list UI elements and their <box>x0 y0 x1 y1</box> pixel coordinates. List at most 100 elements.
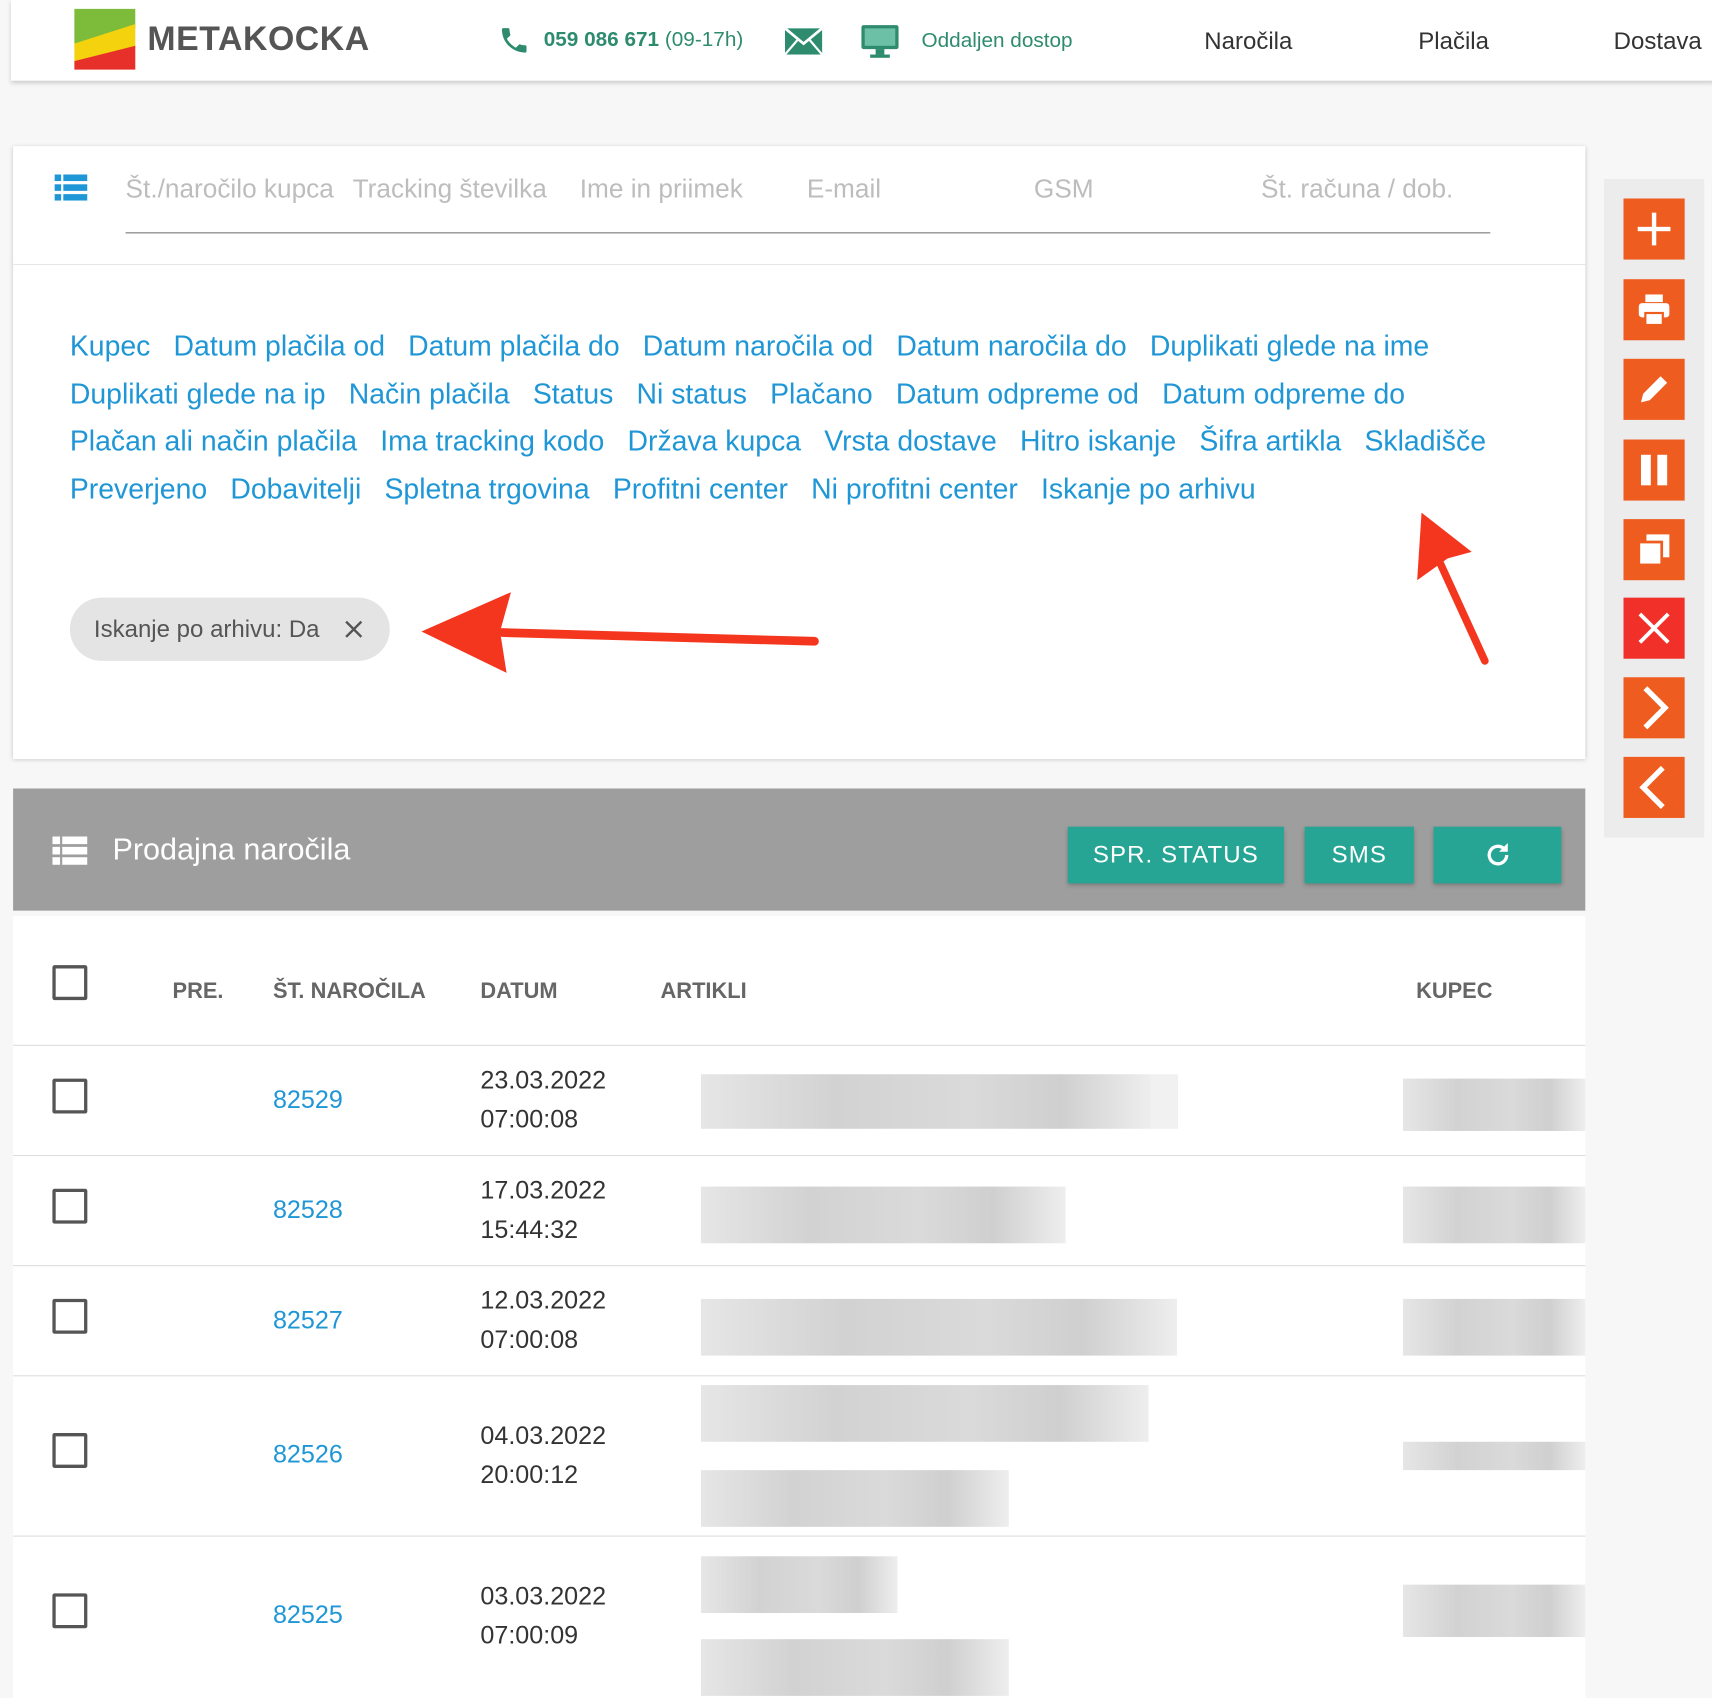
filter-link[interactable]: Plačano <box>770 377 873 410</box>
table-row[interactable]: 82529 23.03.2022 07:00:08 <box>13 1046 1586 1157</box>
name-input[interactable]: Ime in priimek <box>580 174 743 205</box>
filter-link[interactable]: Vrsta dostave <box>824 424 997 457</box>
filter-link[interactable]: Način plačila <box>349 377 510 410</box>
plus-icon <box>1637 212 1671 246</box>
tracking-number-input[interactable]: Tracking številka <box>353 174 547 205</box>
chip-label: Iskanje po arhivu: Da <box>93 615 320 643</box>
blurred-items <box>700 1556 898 1613</box>
monitor-icon[interactable] <box>860 24 899 59</box>
change-status-button[interactable]: SPR. STATUS <box>1067 826 1284 884</box>
pencil-icon <box>1640 376 1668 403</box>
active-filter-chip: Iskanje po arhivu: Da <box>69 597 390 661</box>
row-checkbox[interactable] <box>52 1078 88 1114</box>
top-bar: METAKOCKA 059 086 671 (09-17h) Oddaljen … <box>10 0 1712 81</box>
divider <box>13 263 1586 266</box>
filter-link[interactable]: Šifra artikla <box>1199 424 1341 457</box>
print-button[interactable] <box>1623 279 1685 341</box>
nav-payments[interactable]: Plačila <box>1418 27 1489 55</box>
previous-button[interactable] <box>1623 756 1685 818</box>
row-checkbox[interactable] <box>52 1298 88 1334</box>
copy-button[interactable] <box>1623 519 1685 581</box>
filter-link[interactable]: Datum odpreme od <box>896 377 1139 410</box>
blurred-items <box>700 1298 1177 1356</box>
filter-link[interactable]: Plačan ali način plačila <box>70 424 357 457</box>
filter-link[interactable]: Ni status <box>637 377 747 410</box>
refresh-button[interactable] <box>1433 826 1562 884</box>
gsm-input[interactable]: GSM <box>1034 174 1094 205</box>
table-row[interactable]: 82526 04.03.2022 20:00:12 <box>13 1376 1586 1537</box>
filter-link[interactable]: Skladišče <box>1364 424 1485 457</box>
filter-link[interactable]: Država kupca <box>627 424 801 457</box>
mail-icon[interactable] <box>784 26 823 57</box>
remote-access-link[interactable]: Oddaljen dostop <box>921 29 1072 53</box>
delete-button[interactable] <box>1623 597 1685 659</box>
nav-delivery[interactable]: Dostava <box>1614 27 1702 55</box>
filter-link[interactable]: Duplikati glede na ime <box>1150 329 1429 362</box>
order-number-link[interactable]: 82526 <box>273 1440 343 1469</box>
filter-links: Kupec Datum plačila od Datum plačila do … <box>70 323 1511 513</box>
blurred-customer <box>1402 1186 1586 1244</box>
add-button[interactable] <box>1623 198 1685 260</box>
column-header-date[interactable]: DATUM <box>480 979 557 1004</box>
filter-link-archive-search[interactable]: Iskanje po arhivu <box>1041 472 1256 505</box>
blurred-items <box>700 1470 1009 1527</box>
order-datetime: 04.03.2022 20:00:12 <box>480 1421 607 1489</box>
order-datetime: 03.03.2022 07:00:09 <box>480 1581 607 1649</box>
filter-link[interactable]: Ni profitni center <box>811 472 1018 505</box>
phone-icon <box>501 28 527 53</box>
brand-name[interactable]: METAKOCKA <box>147 20 369 59</box>
filter-link[interactable]: Duplikati glede na ip <box>70 377 326 410</box>
order-number-link[interactable]: 82525 <box>273 1600 343 1629</box>
refresh-icon <box>1487 843 1508 866</box>
filter-link[interactable]: Datum plačila od <box>174 329 385 362</box>
filter-link[interactable]: Status <box>533 377 613 410</box>
filter-link[interactable]: Hitro iskanje <box>1020 424 1176 457</box>
next-button[interactable] <box>1623 677 1685 739</box>
action-toolbar <box>1603 178 1705 838</box>
nav-orders[interactable]: Naročila <box>1204 27 1292 55</box>
orders-title: Prodajna naročila <box>112 832 351 866</box>
row-checkbox[interactable] <box>52 1593 88 1629</box>
edit-button[interactable] <box>1623 358 1685 420</box>
filter-link[interactable]: Datum naročila do <box>896 329 1126 362</box>
email-input[interactable]: E-mail <box>807 174 881 205</box>
column-header-pre[interactable]: PRE. <box>173 979 224 1004</box>
logo-icon[interactable] <box>74 8 136 70</box>
filter-link[interactable]: Datum odpreme do <box>1162 377 1405 410</box>
order-number-link[interactable]: 82529 <box>273 1085 343 1114</box>
customer-order-input[interactable]: Št./naročilo kupca <box>126 174 334 205</box>
close-icon[interactable] <box>344 619 364 639</box>
select-all-checkbox[interactable] <box>52 965 88 1001</box>
filter-link[interactable]: Datum naročila od <box>643 329 873 362</box>
sms-button[interactable]: SMS <box>1304 826 1414 884</box>
table-row[interactable]: 82528 17.03.2022 15:44:32 <box>13 1156 1586 1267</box>
pause-button[interactable] <box>1623 439 1685 501</box>
orders-card-header: Prodajna naročila SPR. STATUS SMS <box>13 788 1586 911</box>
filter-link[interactable]: Preverjeno <box>70 472 207 505</box>
list-icon[interactable] <box>54 174 88 201</box>
annotation-arrow-up <box>1417 512 1489 665</box>
column-header-items[interactable]: ARTIKLI <box>661 979 747 1004</box>
column-header-number[interactable]: ŠT. NAROČILA <box>273 979 426 1004</box>
invoice-number-input[interactable]: Št. računa / dob. <box>1261 174 1453 205</box>
column-header-customer[interactable]: KUPEC <box>1416 979 1492 1004</box>
filter-link[interactable]: Dobavitelji <box>230 472 361 505</box>
blurred-customer <box>1402 1078 1586 1131</box>
order-number-link[interactable]: 82528 <box>273 1195 343 1224</box>
filter-link[interactable]: Spletna trgovina <box>384 472 589 505</box>
filter-link[interactable]: Kupec <box>70 329 151 362</box>
copy-icon <box>1637 534 1670 567</box>
order-number-link[interactable]: 82527 <box>273 1305 343 1334</box>
blurred-customer <box>1402 1441 1586 1471</box>
phone-number[interactable]: 059 086 671 (09-17h) <box>544 28 744 52</box>
filter-link[interactable]: Datum plačila do <box>408 329 619 362</box>
table-row[interactable]: 82527 12.03.2022 07:00:08 <box>13 1266 1586 1377</box>
row-checkbox[interactable] <box>52 1188 88 1224</box>
filter-link[interactable]: Ima tracking kodo <box>380 424 604 457</box>
blurred-items <box>700 1385 1149 1442</box>
table-row[interactable]: 82525 03.03.2022 07:00:09 <box>13 1537 1586 1696</box>
blurred-customer <box>1402 1298 1586 1356</box>
row-checkbox[interactable] <box>52 1433 88 1468</box>
annotation-arrow-left <box>421 592 819 673</box>
filter-link[interactable]: Profitni center <box>613 472 788 505</box>
